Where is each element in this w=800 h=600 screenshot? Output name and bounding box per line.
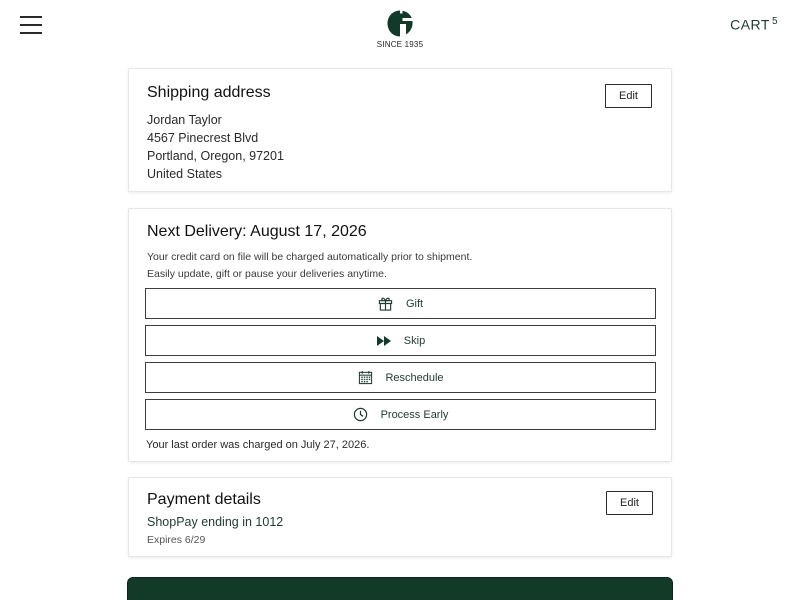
process-early-button[interactable]: Process Early: [145, 399, 656, 430]
process-early-label: Process Early: [380, 408, 449, 421]
delivery-note: Your credit card on file will be charged…: [147, 249, 472, 282]
fast-forward-icon: [376, 333, 392, 349]
payment-method: ShopPay ending in 1012: [147, 515, 284, 529]
shipping-address-title: Shipping address: [147, 84, 271, 101]
next-delivery-card: Next Delivery: August 17, 2026 Your cred…: [128, 208, 672, 462]
delivery-note-line-1: Your credit card on file will be charged…: [147, 251, 473, 263]
hamburger-menu-icon[interactable]: [20, 16, 42, 34]
last-order-text: Your last order was charged on July 27, …: [146, 439, 370, 451]
address-city: Portland, Oregon, 97201: [147, 149, 284, 163]
clock-icon: [353, 407, 369, 423]
logo-g-icon: [387, 10, 413, 37]
gift-icon: [378, 296, 394, 312]
cart-link[interactable]: CART 5: [730, 16, 778, 33]
brand-logo[interactable]: SINCE 1935: [372, 10, 428, 49]
shipping-address-block: Jordan Taylor 4567 Pinecrest Blvd Portla…: [147, 111, 284, 183]
payment-details-title: Payment details: [147, 491, 261, 508]
address-country: United States: [147, 167, 223, 181]
edit-payment-button[interactable]: Edit: [606, 491, 653, 515]
next-delivery-title: Next Delivery: August 17, 2026: [147, 223, 367, 240]
delivery-note-line-2: Easily update, gift or pause your delive…: [147, 267, 387, 280]
skip-button[interactable]: Skip: [145, 325, 656, 356]
payment-details-card: Payment details Edit ShopPay ending in 1…: [128, 477, 672, 557]
edit-shipping-button[interactable]: Edit: [605, 84, 652, 108]
logo-tagline: SINCE 1935: [376, 40, 424, 49]
shipping-address-card: Shipping address Edit Jordan Taylor 4567…: [128, 68, 672, 192]
skip-label: Skip: [403, 334, 426, 347]
bottom-green-panel: [127, 577, 673, 600]
cart-label: CART: [730, 16, 770, 33]
calendar-icon: [357, 370, 373, 386]
payment-expiry: Expires 6/29: [147, 534, 206, 546]
cart-count-badge: 5: [771, 16, 778, 27]
reschedule-button[interactable]: Reschedule: [145, 362, 656, 393]
address-name: Jordan Taylor: [147, 113, 222, 127]
gift-label: Gift: [405, 297, 424, 310]
top-bar: SINCE 1935 CART 5: [0, 0, 800, 60]
reschedule-label: Reschedule: [385, 371, 444, 384]
address-street: 4567 Pinecrest Blvd: [147, 131, 259, 145]
gift-button[interactable]: Gift: [145, 288, 656, 319]
